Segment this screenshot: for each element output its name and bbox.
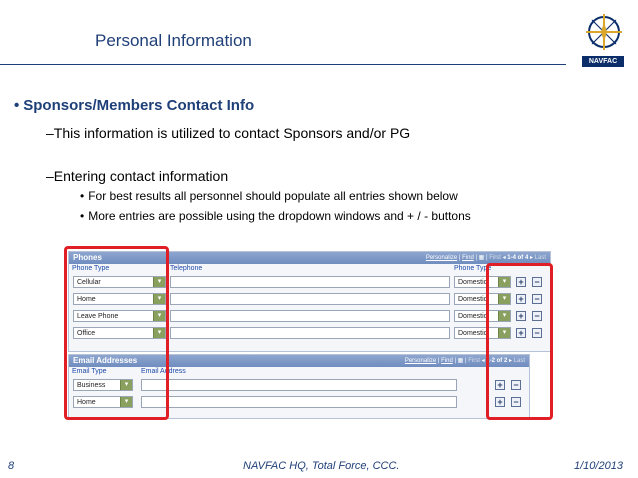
title-divider <box>0 64 566 65</box>
main-bullet: • Sponsors/Members Contact Info <box>14 97 254 114</box>
bullet-text: More entries are possible using the drop… <box>88 209 471 223</box>
email-address-input[interactable] <box>141 396 457 408</box>
page-number: 8 <box>8 460 15 472</box>
main-bullet-text: Sponsors/Members Contact Info <box>23 97 255 114</box>
email-address-input[interactable] <box>141 379 457 391</box>
sub-bullet-entering: –Entering contact information <box>46 168 229 184</box>
row-range: 1-4 of 4 <box>507 255 529 261</box>
select-value: Domestic <box>458 313 488 320</box>
telephone-input[interactable] <box>170 276 450 288</box>
personalize-link[interactable]: Personalize <box>426 255 457 261</box>
last-link[interactable]: Last <box>535 255 546 261</box>
highlight-add-remove-buttons <box>486 263 553 420</box>
select-value: Domestic <box>458 296 488 303</box>
col-telephone[interactable]: Telephone <box>170 265 202 272</box>
slide-title: Personal Information <box>95 31 252 50</box>
first-link[interactable]: First <box>468 358 480 364</box>
footer-date: 1/10/2013 <box>574 460 623 472</box>
bullet-text: For best results all personnel should po… <box>88 189 458 203</box>
footer-text: NAVFAC HQ, Total Force, CCC. <box>243 460 400 472</box>
sub-bullet-purpose: –This information is utilized to contact… <box>46 125 411 141</box>
find-link[interactable]: Find <box>441 358 453 364</box>
telephone-input[interactable] <box>170 327 450 339</box>
personalize-link[interactable]: Personalize <box>405 358 436 364</box>
highlight-type-columns <box>64 246 169 420</box>
telephone-input[interactable] <box>170 293 450 305</box>
sub-sub-bullet-more-entries: • More entries are possible using the dro… <box>80 209 471 223</box>
telephone-input[interactable] <box>170 310 450 322</box>
bullet-glyph: • <box>80 189 85 203</box>
select-value: Domestic <box>458 330 488 337</box>
select-value: Domestic <box>458 279 488 286</box>
first-link[interactable]: First <box>489 255 501 261</box>
logo-wordmark: NAVFAC <box>582 56 624 67</box>
find-link[interactable]: Find <box>462 255 474 261</box>
sub-sub-bullet-best-results: • For best results all personnel should p… <box>80 189 458 203</box>
bullet-glyph: • <box>14 97 20 114</box>
navfac-emblem-icon <box>586 14 622 50</box>
bullet-glyph: • <box>80 209 85 223</box>
